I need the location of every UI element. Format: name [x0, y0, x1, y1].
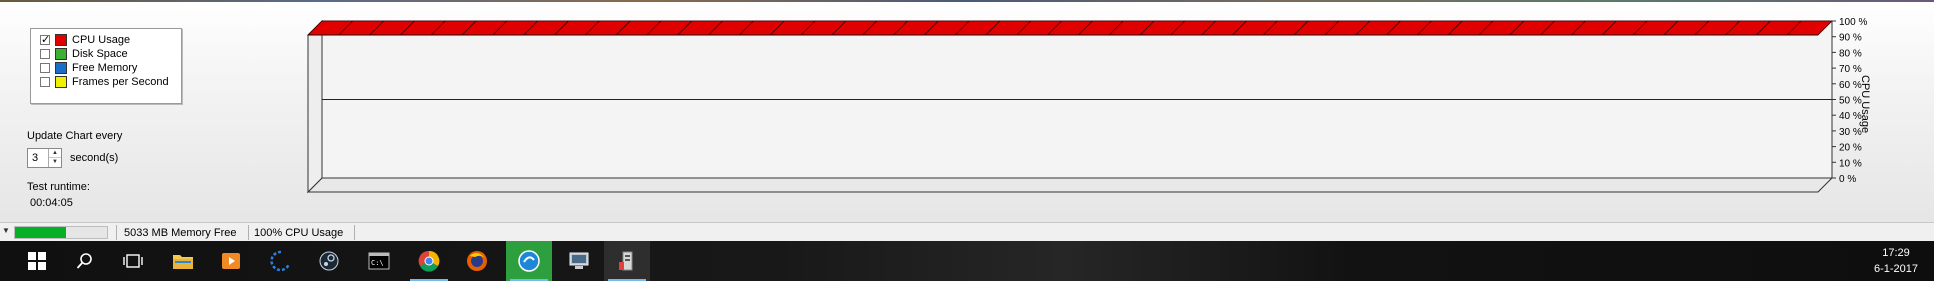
- status-dropdown-icon[interactable]: ▼: [2, 226, 10, 235]
- y-axis-label: CPU Usage: [1859, 75, 1871, 133]
- status-separator: [116, 225, 117, 240]
- steam-icon[interactable]: [306, 241, 352, 281]
- y-axis-tick-label: 20 %: [1839, 143, 1862, 154]
- chart-left-wall: [307, 19, 323, 194]
- y-axis-tick-label: 100 %: [1839, 17, 1867, 28]
- chart-floor: [306, 177, 1834, 193]
- cpu-usage-text: 100% CPU Usage: [254, 227, 344, 239]
- y-axis-tick-label: 50 %: [1839, 96, 1862, 107]
- media-player-icon[interactable]: [208, 241, 254, 281]
- memory-free-text: 5033 MB Memory Free: [124, 227, 237, 239]
- y-axis-tick-label: 60 %: [1839, 80, 1862, 91]
- system-clock[interactable]: 17:29 6-1-2017: [1874, 245, 1918, 277]
- start-icon[interactable]: [14, 241, 60, 281]
- status-separator: [248, 225, 249, 240]
- chrome-icon[interactable]: [406, 241, 452, 281]
- firefox-icon[interactable]: [454, 241, 500, 281]
- terminal-icon[interactable]: C:\: [356, 241, 402, 281]
- y-axis-tick-label: 0 %: [1839, 174, 1856, 185]
- y-axis-tick-label: 90 %: [1839, 33, 1862, 44]
- edge-icon[interactable]: [258, 241, 304, 281]
- app-circle-icon[interactable]: [506, 241, 552, 281]
- y-axis-tick-label: 30 %: [1839, 127, 1862, 138]
- y-axis-tick-label: 80 %: [1839, 48, 1862, 59]
- task-view-icon[interactable]: [110, 241, 156, 281]
- search-icon[interactable]: [62, 241, 108, 281]
- y-axis-tick-label: 70 %: [1839, 64, 1862, 75]
- file-explorer-icon[interactable]: [160, 241, 206, 281]
- y-axis-tick-label: 10 %: [1839, 158, 1862, 169]
- app-window: ✓ CPU Usage Disk Space Free Memory Frame…: [0, 0, 1934, 241]
- clock-date: 6-1-2017: [1873, 263, 1918, 275]
- benchmark-icon[interactable]: [604, 241, 650, 281]
- cpu-usage-chart: 100 % 90 % 80 % 70 % 60 % 50 % 40 % 30 % 20 % 10 …: [306, 17, 1871, 194]
- y-axis-tick-label: 40 %: [1839, 111, 1862, 122]
- taskbar: C:\ 17:29 6-1-2017: [0, 241, 1934, 281]
- memory-progress-bar: [14, 226, 108, 239]
- status-separator: [354, 225, 355, 240]
- clock-time: 17:29: [1882, 247, 1910, 259]
- network-icon[interactable]: [556, 241, 602, 281]
- status-bar: ▼ 5033 MB Memory Free 100% CPU Usage: [0, 222, 1934, 241]
- memory-progress-fill: [15, 227, 66, 238]
- svg-text:C:\: C:\: [371, 259, 384, 267]
